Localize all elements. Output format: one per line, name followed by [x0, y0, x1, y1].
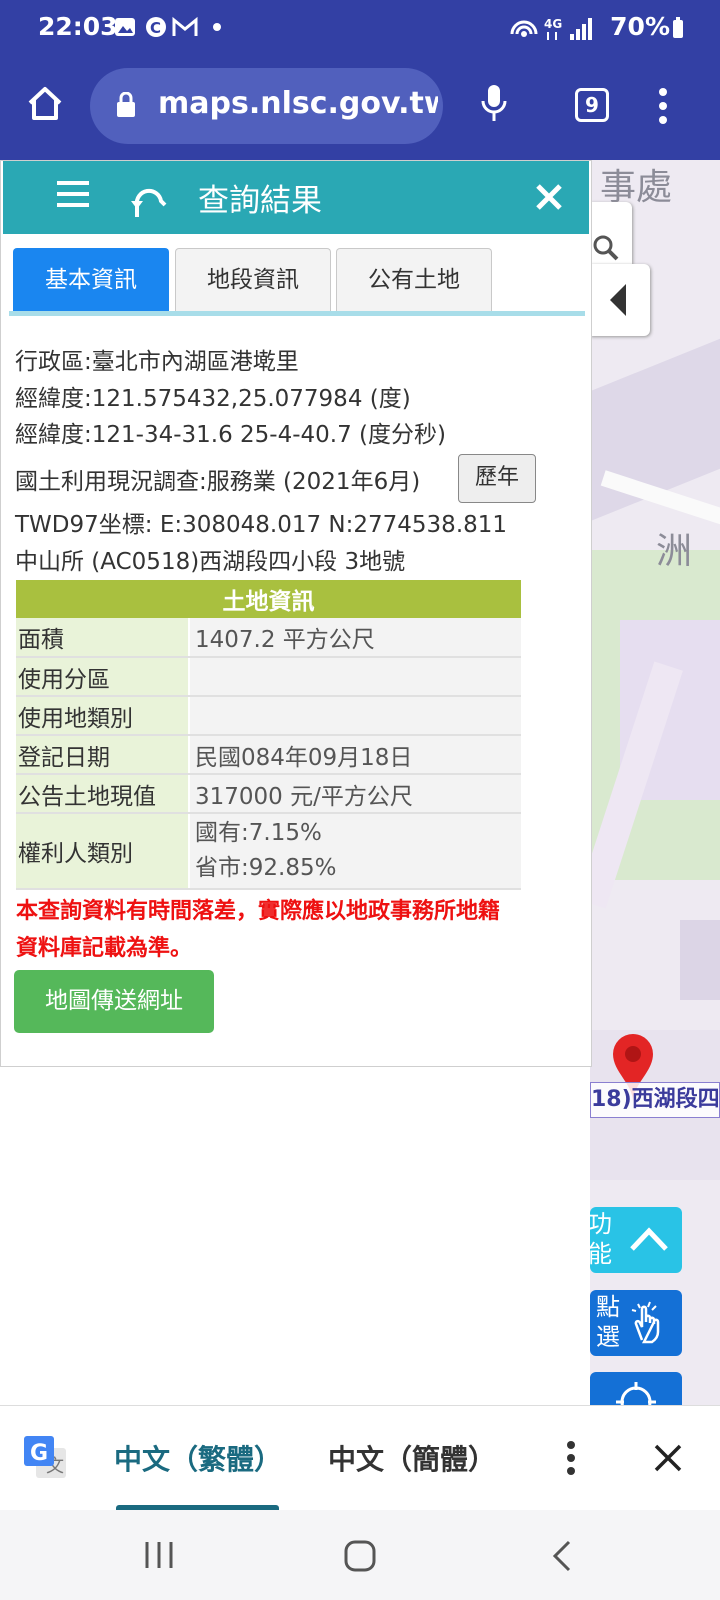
close-icon[interactable]	[535, 183, 563, 211]
tab-underline	[9, 311, 585, 316]
map-canvas[interactable]: 事處 洲 18)西湖段四 功能 點選	[590, 160, 720, 1405]
google-translate-icon[interactable]: 文 G	[24, 1436, 68, 1482]
table-row: 使用地類別	[16, 696, 521, 736]
land-table-title: 土地資訊	[16, 580, 521, 618]
locate-icon	[616, 1382, 656, 1405]
system-nav-bar	[0, 1510, 720, 1600]
lang-traditional-tab[interactable]: 中文（繁體）	[114, 1438, 282, 1478]
table-row: 面積 1407.2 平方公尺	[16, 618, 521, 658]
table-row: 登記日期 民國084年09月18日	[16, 735, 521, 775]
browser-toolbar: maps.nlsc.gov.tw/ 9	[0, 55, 720, 160]
lonlat-dms-text: 經緯度:121-34-31.6 25-4-40.7 (度分秒)	[15, 422, 447, 448]
chevron-up-icon	[630, 1227, 668, 1251]
svg-text:G: G	[30, 1441, 48, 1466]
home-nav-icon[interactable]	[344, 1540, 376, 1572]
row-value	[188, 657, 521, 697]
land-use-text: 國土利用現況調查:服務業 (2021年6月)	[15, 469, 421, 495]
row-key: 面積	[16, 618, 189, 658]
row-value: 1407.2 平方公尺	[188, 618, 521, 658]
lang-simplified-tab[interactable]: 中文（簡體）	[328, 1438, 496, 1478]
history-button[interactable]: 歷年	[458, 454, 536, 503]
district-text: 行政區:臺北市內湖區港墘里	[15, 349, 299, 375]
back-arrow-icon[interactable]	[131, 187, 169, 219]
hand-pointer-icon	[631, 1301, 660, 1344]
address-bar[interactable]: maps.nlsc.gov.tw/	[90, 68, 443, 144]
panel-title: 查詢結果	[198, 183, 322, 219]
row-key: 登記日期	[16, 735, 189, 775]
tab-public-land[interactable]: 公有土地	[336, 248, 492, 314]
marker-label: 18)西湖段四	[590, 1082, 720, 1118]
share-map-url-button[interactable]: 地圖傳送網址	[14, 970, 214, 1033]
search-icon	[593, 235, 619, 261]
disclaimer-text: 本查詢資料有時間落差，實際應以地政事務所地籍資料庫記載為準。	[16, 899, 501, 961]
recent-apps-icon[interactable]	[144, 1540, 174, 1570]
home-icon[interactable]	[26, 85, 64, 121]
functions-label: 功能	[590, 1210, 612, 1268]
svg-text:C: C	[150, 19, 161, 37]
lock-icon	[117, 92, 135, 117]
microphone-icon[interactable]	[480, 83, 508, 125]
row-key: 使用地類別	[16, 696, 189, 736]
svg-text:4G: 4G	[544, 17, 562, 31]
twd97-text: TWD97坐標: E:308048.017 N:2774538.811	[15, 512, 508, 538]
row-value: 國有:7.15% 省市:92.85%	[188, 813, 521, 890]
chevron-left-icon	[610, 284, 626, 316]
tab-section-info[interactable]: 地段資訊	[175, 248, 331, 314]
marker-label-text: 18)西湖段四	[591, 1087, 720, 1112]
click-select-button[interactable]: 點選	[590, 1290, 682, 1356]
owner-national: 國有:7.15%	[195, 820, 322, 846]
land-info-table: 土地資訊 面積 1407.2 平方公尺 使用分區 使用地類別 登記日期 民國08…	[16, 580, 521, 890]
owner-municipal: 省市:92.85%	[195, 855, 337, 881]
collapse-panel-button[interactable]	[590, 264, 650, 336]
translate-close-icon[interactable]	[654, 1444, 682, 1472]
row-value	[188, 696, 521, 736]
signal-icons: 4G	[510, 17, 592, 40]
tab-switcher-button[interactable]: 9	[575, 88, 609, 122]
click-select-label: 點選	[596, 1293, 620, 1351]
row-value: 317000 元/平方公尺	[188, 774, 521, 814]
table-row: 公告土地現值 317000 元/平方公尺	[16, 774, 521, 814]
translate-more-icon[interactable]	[566, 1440, 576, 1476]
table-row: 權利人類別 國有:7.15% 省市:92.85%	[16, 813, 521, 890]
menu-icon[interactable]	[57, 181, 89, 207]
functions-button[interactable]: 功能	[590, 1207, 682, 1273]
row-key: 權利人類別	[16, 813, 189, 890]
map-label-mid: 洲	[656, 531, 693, 572]
translate-bar: 文 G 中文（繁體） 中文（簡體）	[0, 1405, 720, 1511]
url-text: maps.nlsc.gov.tw/	[158, 86, 438, 121]
back-nav-icon[interactable]	[552, 1540, 572, 1572]
notification-icons: C	[115, 16, 221, 37]
row-key: 公告土地現值	[16, 774, 189, 814]
tab-basic-info[interactable]: 基本資訊	[13, 248, 169, 314]
status-bar: 22:03 C 4G 70%	[0, 0, 720, 55]
battery-level: 70%	[610, 12, 670, 41]
battery-icon	[673, 17, 683, 38]
lonlat-degree-text: 經緯度:121.575432,25.077984 (度)	[15, 386, 411, 412]
status-time: 22:03	[38, 12, 118, 41]
panel-header: 查詢結果	[3, 161, 589, 234]
row-value: 民國084年09月18日	[188, 735, 521, 775]
more-options-icon[interactable]	[658, 87, 668, 125]
row-key: 使用分區	[16, 657, 189, 697]
table-row: 使用分區	[16, 657, 521, 697]
parcel-text: 中山所 (AC0518)西湖段四小段 3地號	[15, 549, 406, 575]
locate-button[interactable]	[590, 1372, 682, 1405]
